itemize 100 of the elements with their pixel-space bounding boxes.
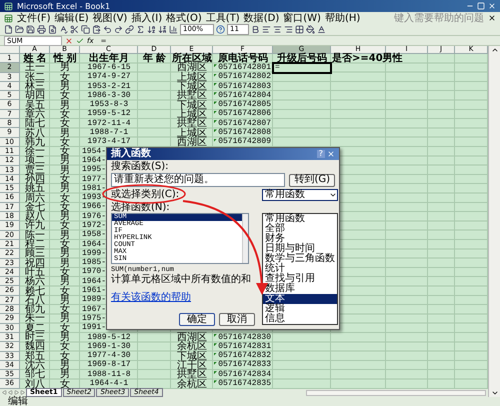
menu-item[interactable]: 视图(V) xyxy=(92,12,128,24)
table-cell: 女 xyxy=(60,72,70,82)
font-color-icon[interactable] xyxy=(317,25,326,34)
folder-icon[interactable] xyxy=(15,25,24,34)
table-cell: 1967- xyxy=(82,306,106,314)
dialog-button[interactable]: 确定 xyxy=(179,313,215,326)
table-cell: 05716742832 xyxy=(218,352,271,360)
menu-item[interactable]: 插入(I) xyxy=(131,12,162,24)
bold-icon[interactable] xyxy=(251,25,260,34)
scroll-up-icon[interactable] xyxy=(490,46,498,54)
dropdown-option[interactable]: 常用函数 xyxy=(263,214,337,224)
table-cell: 是否>=40男性 xyxy=(332,54,403,64)
dialog-button[interactable]: 取消 xyxy=(219,313,255,326)
indicator-icon xyxy=(214,352,217,356)
chart-icon[interactable] xyxy=(169,25,178,34)
align-right-icon[interactable] xyxy=(284,25,293,34)
table-cell: 男 xyxy=(60,128,70,138)
list-scrollbar[interactable] xyxy=(242,214,248,263)
table-cell: 出生年月 xyxy=(89,54,129,64)
table-cell: 章六 xyxy=(25,110,45,119)
table-cell: 05716742808 xyxy=(218,129,271,138)
table-cell: 项二 xyxy=(25,156,45,166)
dropdown-option[interactable]: 查找与引用 xyxy=(263,274,337,284)
menu-item[interactable]: 数据(D) xyxy=(244,12,280,24)
link-icon[interactable] xyxy=(125,25,134,34)
category-select[interactable]: 常用函数 xyxy=(262,189,338,201)
table-cell: 江干区 xyxy=(177,360,207,370)
sum-icon[interactable] xyxy=(136,25,145,34)
table-cell: 1985- xyxy=(82,259,106,268)
printer-icon[interactable] xyxy=(37,25,46,34)
menu-item[interactable]: 编辑(E) xyxy=(54,12,89,24)
cut-icon[interactable] xyxy=(70,25,79,34)
dropdown-icon[interactable] xyxy=(329,191,337,199)
active-cell[interactable]: = xyxy=(273,63,331,73)
table-cell: 1989-5-12 xyxy=(87,334,131,342)
table-cell: 女 xyxy=(60,110,70,119)
indicator-icon xyxy=(214,138,217,142)
maximize-icon[interactable] xyxy=(477,2,485,10)
dropdown-option[interactable]: 文本 xyxy=(263,294,337,304)
borders-icon[interactable] xyxy=(295,25,304,34)
scroll-down-icon[interactable] xyxy=(490,389,498,397)
table-cell: 姓 名 xyxy=(23,54,47,64)
menu-item[interactable]: 帮助(H) xyxy=(324,12,360,24)
enter-icon[interactable] xyxy=(76,36,84,44)
table-cell: 西湖区 xyxy=(177,63,207,72)
table-cell: 1953-2-21 xyxy=(87,82,131,91)
excel-icon xyxy=(4,2,13,10)
sort-descending-icon[interactable] xyxy=(158,25,167,34)
search-field[interactable]: 请重新表述您的问题。 xyxy=(111,173,286,187)
redo-icon[interactable] xyxy=(114,25,123,34)
table-cell: 拱墅区 xyxy=(177,91,207,100)
indicator-icon xyxy=(214,82,217,86)
horizontal-scrollbar[interactable] xyxy=(306,390,486,396)
undo-icon[interactable] xyxy=(103,25,112,34)
table-cell: 下城区 xyxy=(177,100,207,110)
table-cell: 男 xyxy=(60,258,70,268)
table-cell: 女 xyxy=(60,91,70,100)
table-cell: 1972- xyxy=(82,222,106,230)
cancel-icon[interactable] xyxy=(65,36,73,44)
align-left-icon[interactable] xyxy=(262,25,271,34)
menu-item[interactable]: 格式(O) xyxy=(166,12,202,24)
dropdown-option[interactable]: 财务 xyxy=(263,234,337,244)
paste-icon[interactable] xyxy=(92,25,101,34)
indicator-icon xyxy=(214,362,217,365)
table-cell: 原电话号码 xyxy=(218,54,268,64)
table-cell: 男 xyxy=(60,370,70,380)
help-icon[interactable] xyxy=(216,25,225,34)
document-icon[interactable] xyxy=(4,14,13,22)
table-cell: 西湖区 xyxy=(177,138,207,147)
menu-item[interactable]: 文件(F) xyxy=(17,12,51,24)
align-center-icon[interactable] xyxy=(273,25,282,34)
menu-item[interactable]: 窗口(W) xyxy=(283,12,321,24)
dropdown-option[interactable]: 日期与时间 xyxy=(263,244,337,254)
help-link[interactable]: 有关该函数的帮助 xyxy=(111,293,191,303)
table-cell: 女 xyxy=(60,194,70,203)
sort-ascending-icon[interactable] xyxy=(147,25,156,34)
table-cell: 1954- xyxy=(82,148,106,156)
fill-color-icon[interactable] xyxy=(306,25,315,34)
table-cell: 男 xyxy=(60,296,70,305)
table-cell: 1993- xyxy=(82,194,106,202)
table-cell: 所在区域 xyxy=(172,54,212,64)
dropdown-option[interactable]: 全部 xyxy=(263,224,337,234)
dropdown-option[interactable]: 数学与三角函数 xyxy=(263,254,337,264)
table-cell: 苏八 xyxy=(25,128,45,138)
table-cell: 1977- xyxy=(82,176,106,184)
spellcheck-icon[interactable] xyxy=(59,25,68,34)
copy-icon[interactable] xyxy=(81,25,90,34)
dropdown-option[interactable]: 统计 xyxy=(263,264,337,274)
menu-item[interactable]: 工具(T) xyxy=(206,12,240,24)
dropdown-option[interactable]: 信息 xyxy=(263,314,337,324)
preview-icon[interactable] xyxy=(48,25,57,34)
table-cell: 男 xyxy=(60,360,70,370)
go-button[interactable]: 转到(G) xyxy=(289,174,335,186)
close-icon[interactable] xyxy=(488,14,496,22)
vertical-scrollbar[interactable] xyxy=(488,46,500,397)
new-file-icon[interactable] xyxy=(4,25,13,34)
table-cell: 沈六 xyxy=(25,360,45,370)
dropdown-option[interactable]: 逻辑 xyxy=(263,304,337,314)
save-icon[interactable] xyxy=(26,25,35,34)
table-cell: 余杭区 xyxy=(177,380,207,389)
